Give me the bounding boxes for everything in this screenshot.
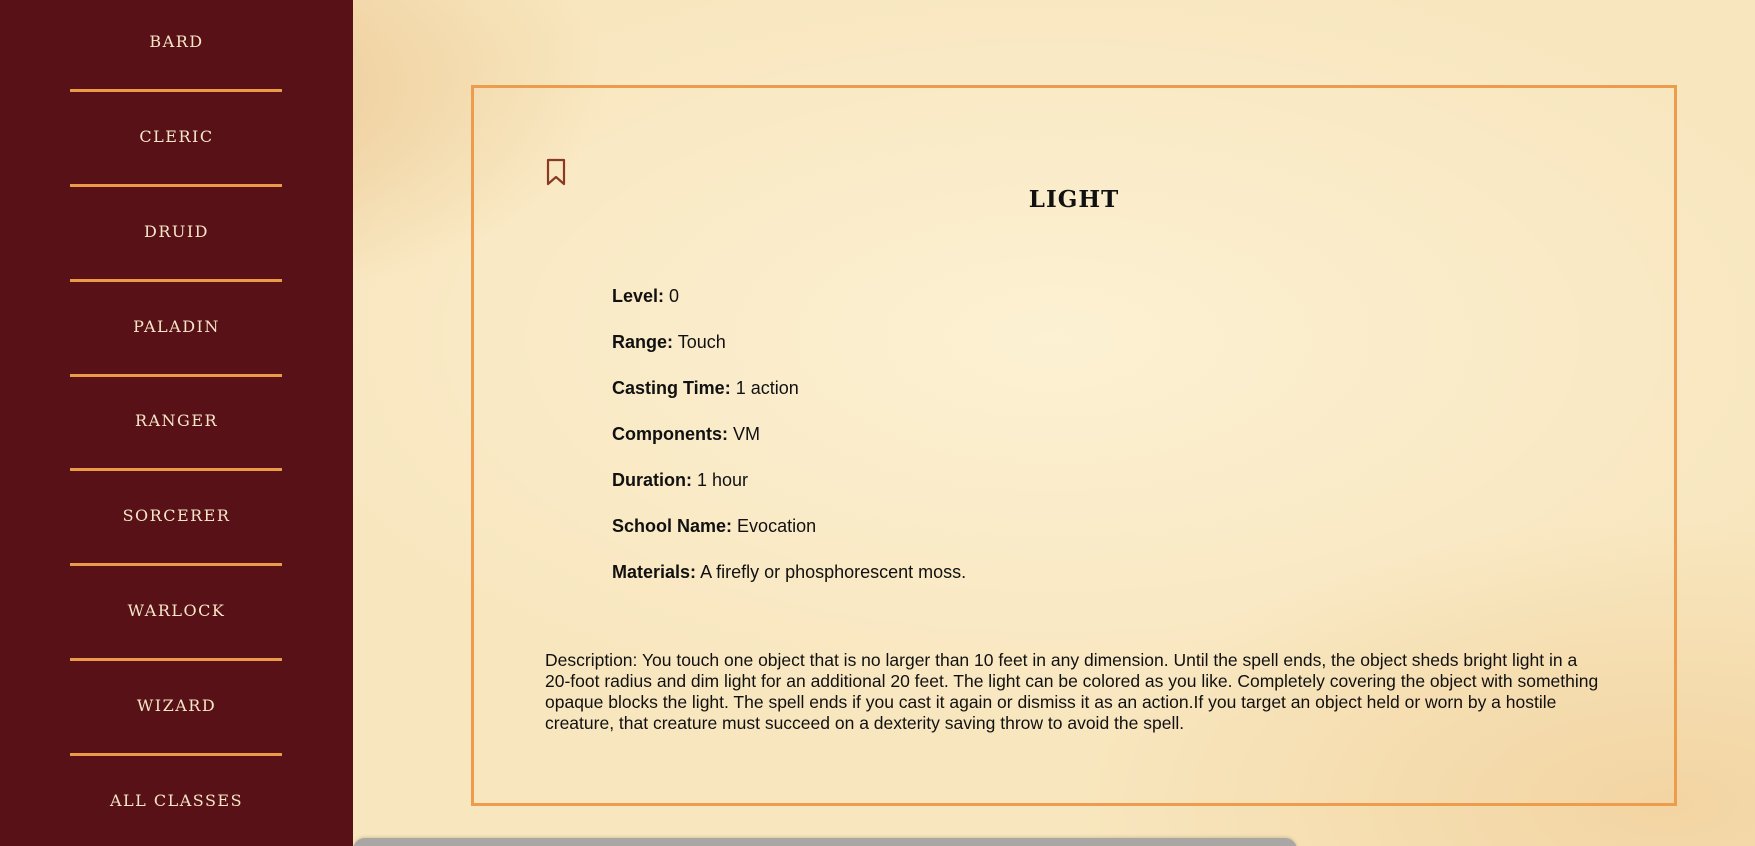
sidebar-divider (70, 658, 282, 661)
stat-casting-time: Casting Time: 1 action (612, 376, 799, 400)
stat-label: School Name: (612, 516, 733, 536)
sidebar-divider (70, 753, 282, 756)
sidebar-item-warlock[interactable]: WARLOCK (0, 591, 353, 631)
sidebar-item-cleric[interactable]: CLERIC (0, 117, 353, 157)
stat-value: Touch (677, 332, 726, 352)
sidebar-item-sorcerer[interactable]: SORCERER (0, 496, 353, 536)
bookmark-button[interactable] (544, 158, 568, 186)
class-sidebar: BARD CLERIC DRUID PALADIN RANGER SORCERE… (0, 0, 353, 846)
stat-value: Evocation (737, 516, 817, 536)
stat-label: Level: (612, 286, 665, 306)
stat-value: 1 hour (697, 470, 749, 490)
sidebar-item-all-classes[interactable]: ALL CLASSES (0, 781, 353, 821)
stat-duration: Duration: 1 hour (612, 468, 748, 492)
stat-range: Range: Touch (612, 330, 726, 354)
sidebar-item-druid[interactable]: DRUID (0, 212, 353, 252)
sidebar-divider (70, 374, 282, 377)
sidebar-divider (70, 563, 282, 566)
stat-label: Components: (612, 424, 728, 444)
bottom-panel-edge (353, 838, 1297, 846)
sidebar-divider (70, 468, 282, 471)
stat-value: A firefly or phosphorescent moss. (700, 562, 967, 582)
stat-materials: Materials: A firefly or phosphorescent m… (612, 560, 966, 584)
stat-value: VM (733, 424, 761, 444)
stat-components: Components: VM (612, 422, 760, 446)
sidebar-item-ranger[interactable]: RANGER (0, 401, 353, 441)
bookmark-icon (546, 158, 566, 186)
app-root: BARD CLERIC DRUID PALADIN RANGER SORCERE… (0, 0, 1755, 846)
stat-label: Range: (612, 332, 674, 352)
spell-description: Description: You touch one object that i… (545, 650, 1599, 733)
stat-value: 1 action (735, 378, 799, 398)
sidebar-item-wizard[interactable]: WIZARD (0, 686, 353, 726)
spell-title: LIGHT (1028, 186, 1120, 213)
sidebar-item-bard[interactable]: BARD (0, 22, 353, 62)
stat-level: Level: 0 (612, 284, 679, 308)
stat-school-name: School Name: Evocation (612, 514, 816, 538)
stat-label: Duration: (612, 470, 692, 490)
sidebar-divider (70, 184, 282, 187)
sidebar-divider (70, 89, 282, 92)
sidebar-item-paladin[interactable]: PALADIN (0, 307, 353, 347)
stat-label: Casting Time: (612, 378, 731, 398)
stat-value: 0 (669, 286, 680, 306)
sidebar-divider (70, 279, 282, 282)
stat-label: Materials: (612, 562, 697, 582)
